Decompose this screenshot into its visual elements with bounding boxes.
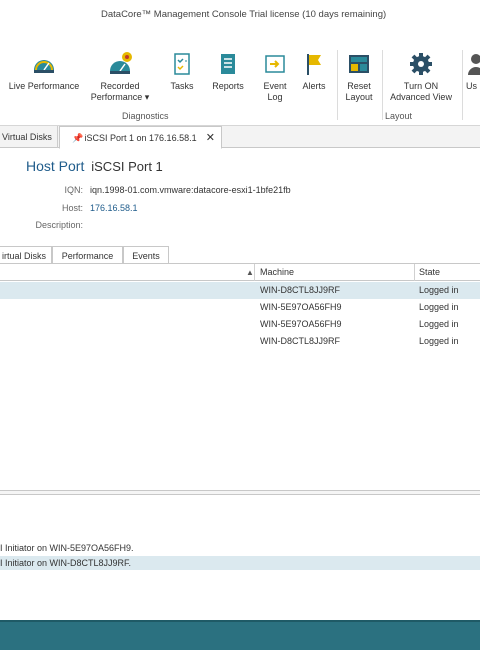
page-title-kind: Host Port	[26, 158, 85, 174]
pin-icon[interactable]: 📌	[72, 133, 83, 144]
table-row[interactable]: WIN-5E97OA56FH9 Logged in	[0, 316, 480, 333]
subtab-performance[interactable]: Performance	[52, 246, 123, 264]
subtab-events[interactable]: Events	[123, 246, 169, 264]
reports-button[interactable]: Reports	[209, 51, 247, 92]
reports-icon	[221, 54, 235, 74]
log-row[interactable]: I Initiator on WIN-D8CTL8JJ9RF.	[0, 556, 480, 570]
tab-virtual-disks[interactable]: Virtual Disks	[0, 126, 58, 148]
reset-layout-button[interactable]: Reset Layout	[341, 51, 377, 103]
subtab-virtual-disks[interactable]: irtual Disks	[0, 246, 52, 264]
users-button[interactable]: Us	[466, 51, 480, 92]
iqn-label: IQN:	[64, 185, 83, 195]
status-bar	[0, 620, 480, 650]
sort-ascending-icon: ▲	[246, 268, 254, 277]
subtab-strip: irtual Disks Performance Events	[0, 246, 480, 264]
recorded-performance-button[interactable]: Recorded Performance ▾	[86, 51, 154, 103]
grid-header: ▲ Machine State	[0, 264, 480, 281]
column-header-machine[interactable]: Machine	[256, 264, 415, 281]
table-row[interactable]: WIN-D8CTL8JJ9RF Logged in	[0, 282, 480, 299]
title-bar: DataCore™ Management Console Trial licen…	[0, 0, 480, 28]
host-label: Host:	[61, 203, 83, 213]
ribbon-group-layout: Layout	[385, 111, 413, 121]
ribbon-group-separator	[382, 50, 383, 120]
page-title-name: iSCSI Port 1	[91, 159, 163, 174]
log-row[interactable]: I Initiator on WIN-5E97OA56FH9.	[0, 541, 480, 555]
iqn-value: iqn.1998-01.com.vmware:datacore-esxi1-1b…	[90, 185, 291, 195]
reset-layout-icon	[349, 55, 369, 73]
column-header-name[interactable]	[0, 264, 255, 281]
tasks-icon	[174, 53, 190, 75]
recorded-gauge-icon	[110, 52, 132, 74]
table-row[interactable]: WIN-D8CTL8JJ9RF Logged in	[0, 333, 480, 350]
description-label: Description:	[35, 220, 83, 230]
close-icon[interactable]: ✕	[206, 131, 215, 144]
flag-icon	[307, 54, 321, 75]
tab-iscsi-port[interactable]: 📌 iSCSI Port 1 on 176.16.58.1 ✕	[59, 126, 222, 149]
advanced-view-button[interactable]: Turn ON Advanced View	[386, 51, 456, 103]
panel-splitter[interactable]	[0, 490, 480, 495]
event-log-button[interactable]: Event Log	[258, 51, 292, 103]
document-tab-strip: Virtual Disks 📌 iSCSI Port 1 on 176.16.5…	[0, 126, 480, 149]
window-title: DataCore™ Management Console Trial licen…	[101, 9, 387, 20]
live-performance-button[interactable]: Live Performance	[8, 51, 80, 92]
page-title: Host Port iSCSI Port 1	[26, 158, 163, 174]
alerts-button[interactable]: Alerts	[298, 51, 330, 92]
gauge-icon	[34, 60, 54, 73]
user-icon	[468, 54, 480, 75]
column-header-state[interactable]: State	[415, 264, 480, 281]
ribbon-group-separator	[337, 50, 338, 120]
ribbon-group-separator	[462, 50, 463, 120]
ribbon-group-diagnostics: Diagnostics	[122, 111, 169, 121]
table-row[interactable]: WIN-5E97OA56FH9 Logged in	[0, 299, 480, 316]
host-link[interactable]: 176.16.58.1	[90, 203, 138, 213]
initiators-grid: ▲ Machine State WIN-D8CTL8JJ9RF Logged i…	[0, 263, 480, 481]
ribbon: Live Performance Recorded Performance ▾ …	[0, 46, 480, 126]
event-log-icon	[265, 55, 285, 73]
gear-icon	[410, 53, 432, 75]
tasks-button[interactable]: Tasks	[166, 51, 198, 92]
